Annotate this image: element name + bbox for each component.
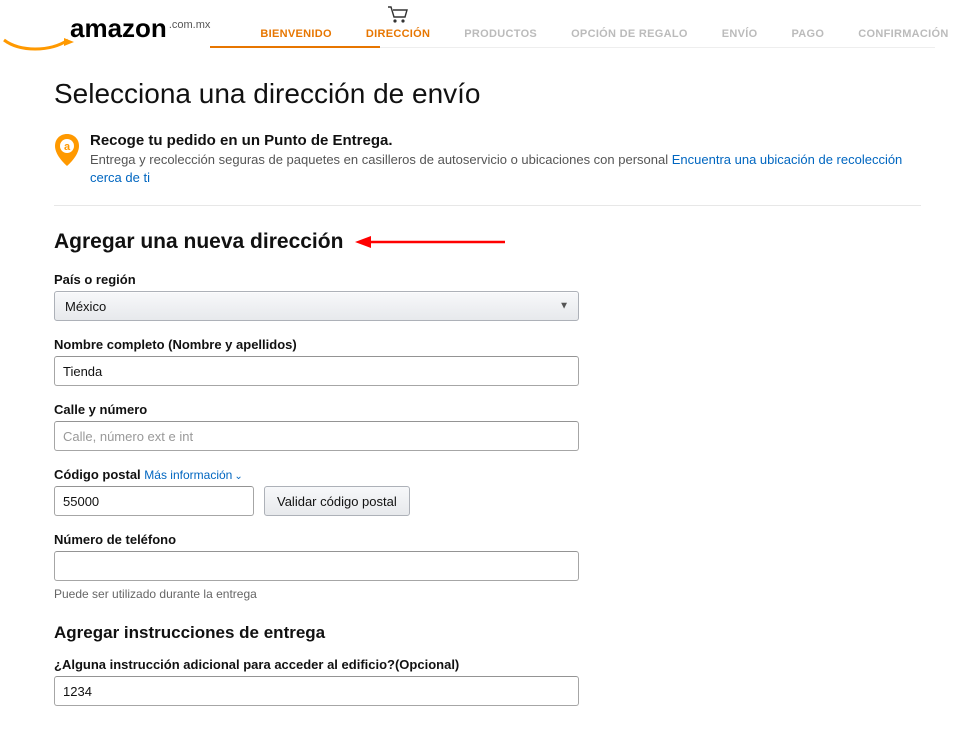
phone-group: Número de teléfono Puede ser utilizado d… xyxy=(54,532,921,601)
pickup-title: Recoge tu pedido en un Punto de Entrega. xyxy=(90,132,921,149)
logo-text: amazon xyxy=(70,15,167,41)
map-pin-icon: a xyxy=(54,134,80,171)
instructions-title: Agregar instrucciones de entrega xyxy=(54,623,921,643)
step-bienvenido[interactable]: BIENVENIDO xyxy=(260,8,331,48)
postal-more-info-link[interactable]: Más información ⌄ xyxy=(144,468,242,482)
logo-domain: .com.mx xyxy=(169,19,211,31)
step-envio[interactable]: ENVÍO xyxy=(722,8,758,48)
step-confirmacion[interactable]: CONFIRMACIÓN xyxy=(858,8,948,48)
amazon-logo[interactable]: amazon .com.mx xyxy=(70,15,210,41)
step-pago[interactable]: PAGO xyxy=(791,8,824,48)
chevron-down-icon: ⌄ xyxy=(234,471,242,482)
country-label: País o región xyxy=(54,272,921,287)
name-group: Nombre completo (Nombre y apellidos) xyxy=(54,337,921,386)
smile-icon xyxy=(2,38,80,54)
name-label: Nombre completo (Nombre y apellidos) xyxy=(54,337,921,352)
postal-label: Código postal Más información ⌄ xyxy=(54,467,921,482)
postal-group: Código postal Más información ⌄ Validar … xyxy=(54,467,921,516)
arrow-icon xyxy=(355,234,505,250)
country-group: País o región México ▼ xyxy=(54,272,921,321)
street-input[interactable] xyxy=(54,421,579,451)
svg-text:a: a xyxy=(64,141,71,153)
main-content: Selecciona una dirección de envío a Reco… xyxy=(0,48,975,742)
street-group: Calle y número xyxy=(54,402,921,451)
instructions-label: ¿Alguna instrucción adicional para acced… xyxy=(54,657,921,672)
phone-hint: Puede ser utilizado durante la entrega xyxy=(54,587,921,601)
steps-progress xyxy=(210,46,380,48)
checkout-steps: BIENVENIDO DIRECCIÓN PRODUCTOS OPCIÓN DE… xyxy=(260,8,948,48)
step-productos[interactable]: PRODUCTOS xyxy=(464,8,537,48)
step-opcion-regalo[interactable]: OPCIÓN DE REGALO xyxy=(571,8,688,48)
name-input[interactable] xyxy=(54,356,579,386)
instructions-input[interactable] xyxy=(54,676,579,706)
instructions-group: ¿Alguna instrucción adicional para acced… xyxy=(54,657,921,706)
validate-postal-button[interactable]: Validar código postal xyxy=(264,486,410,516)
country-select[interactable]: México xyxy=(54,291,579,321)
add-address-title: Agregar una nueva dirección xyxy=(54,230,343,254)
page-title: Selecciona una dirección de envío xyxy=(54,78,921,110)
divider xyxy=(54,205,921,206)
cart-icon xyxy=(387,6,409,27)
pickup-desc: Entrega y recolección seguras de paquete… xyxy=(90,151,921,187)
postal-input[interactable] xyxy=(54,486,254,516)
add-address-section: Agregar una nueva dirección País o regió… xyxy=(54,230,921,706)
street-label: Calle y número xyxy=(54,402,921,417)
checkout-header: amazon .com.mx BIENVENIDO DIRECCIÓN PROD… xyxy=(0,0,975,48)
step-direccion[interactable]: DIRECCIÓN xyxy=(366,8,430,48)
pickup-banner: a Recoge tu pedido en un Punto de Entreg… xyxy=(54,132,921,205)
phone-input[interactable] xyxy=(54,551,579,581)
phone-label: Número de teléfono xyxy=(54,532,921,547)
